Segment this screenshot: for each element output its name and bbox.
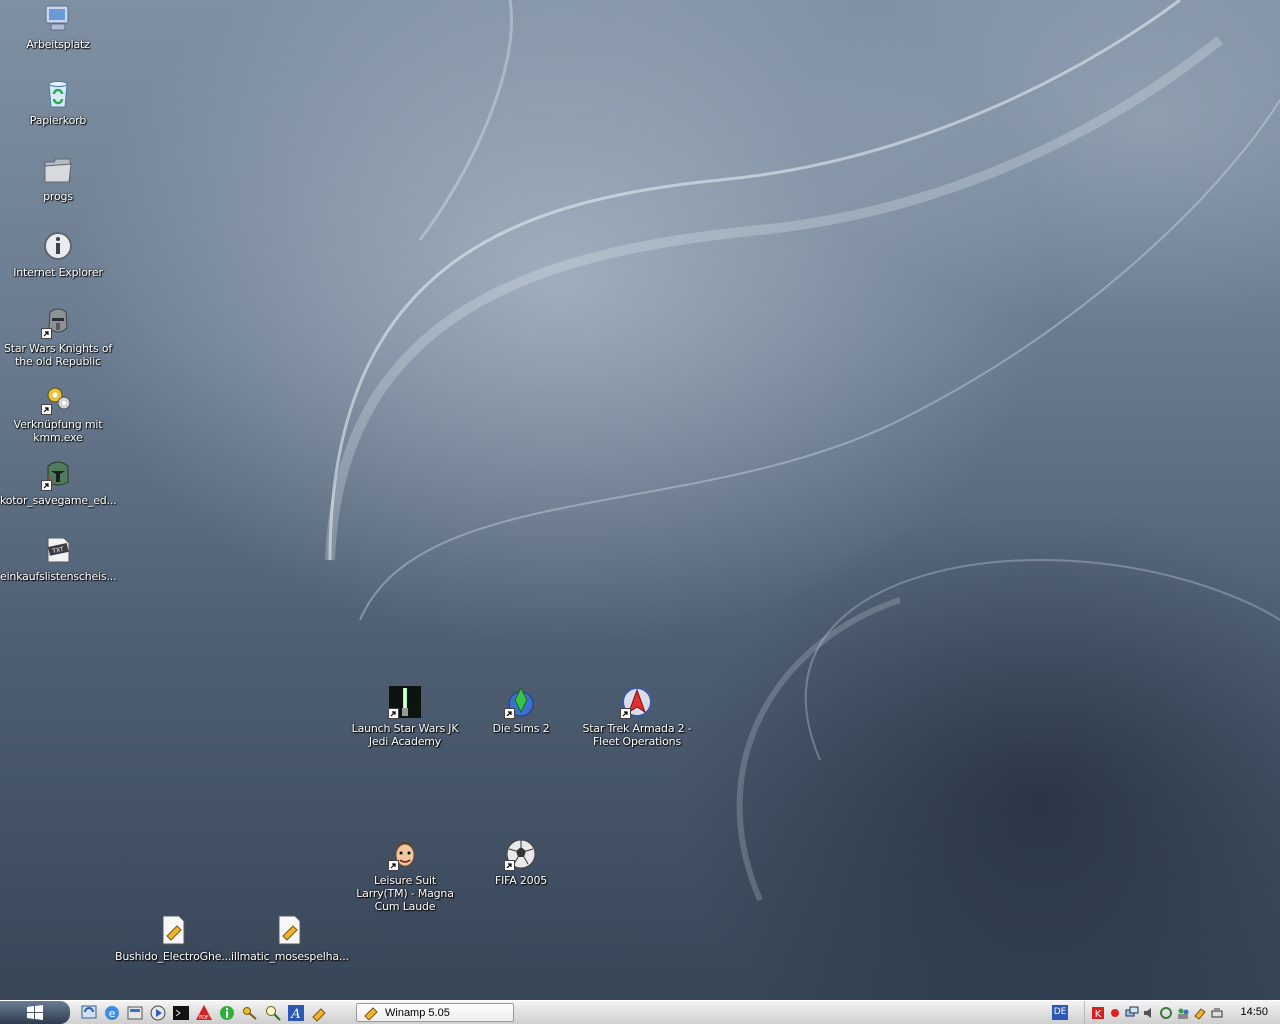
desktop-icon-kmm[interactable]: Verknüpfung mit kmm.exe — [0, 382, 116, 444]
explorer-icon[interactable] — [126, 1004, 144, 1022]
taskbar-button-winamp[interactable]: Winamp 5.05 — [356, 1003, 514, 1022]
desktop-icon-kotor-savegame[interactable]: kotor_savegame_ed... — [0, 458, 117, 507]
shortcut-arrow-icon — [41, 328, 52, 339]
icon-label: Papierkorb — [29, 114, 87, 127]
shortcut-arrow-icon — [504, 860, 515, 871]
icon-label: Verknüpfung mit kmm.exe — [13, 418, 103, 444]
start-button[interactable] — [0, 1001, 70, 1024]
text-file-icon: TXT — [42, 534, 74, 566]
desktop-icon-larry[interactable]: Leisure Suit Larry(TM) - Magna Cum Laude — [347, 838, 463, 913]
terminal-icon[interactable] — [172, 1004, 190, 1022]
ie-icon[interactable]: e — [103, 1004, 121, 1022]
shortcut-arrow-icon — [388, 860, 399, 871]
desktop-icon-jedi-academy[interactable]: Launch Star Wars JK Jedi Academy — [347, 686, 463, 748]
desktop-icon-progs[interactable]: progs — [0, 154, 116, 203]
icon-label: illmatic_mosespelha... — [231, 950, 349, 963]
font-icon[interactable]: A — [287, 1004, 305, 1022]
acrobat-icon[interactable]: PDF — [195, 1004, 213, 1022]
media-file-icon — [157, 914, 189, 946]
icon-label: Bushido_ElectroGhe... — [115, 950, 232, 963]
info-icon[interactable] — [218, 1004, 236, 1022]
info-globe-icon — [42, 230, 74, 262]
media-file-icon — [273, 914, 305, 946]
quick-launch-bar: e PDF A — [80, 1004, 328, 1022]
computer-icon — [42, 2, 74, 34]
cartoon-face-icon — [388, 838, 421, 871]
recycle-bin-icon — [42, 78, 74, 110]
desktop-icon-arbeitsplatz[interactable]: Arbeitsplatz — [0, 2, 116, 51]
desktop-icon-fifa[interactable]: FIFA 2005 — [463, 838, 579, 887]
icon-label: einkaufslistenscheis... — [0, 570, 117, 583]
icon-label: Leisure Suit Larry(TM) - Magna Cum Laude — [356, 874, 454, 913]
icon-label: kotor_savegame_ed... — [0, 494, 117, 507]
record-icon[interactable] — [1108, 1006, 1122, 1020]
icon-label: Launch Star Wars JK Jedi Academy — [351, 722, 459, 748]
icon-label: FIFA 2005 — [494, 874, 548, 887]
system-tray: K 14:50 — [1084, 1001, 1280, 1024]
desktop-icon-internet-explorer[interactable]: Internet Explorer — [0, 230, 116, 279]
winamp-tray-icon[interactable] — [1193, 1006, 1207, 1020]
shortcut-arrow-icon — [388, 708, 399, 719]
shortcut-arrow-icon — [504, 708, 515, 719]
shortcut-arrow-icon — [620, 708, 631, 719]
desktop-icon-kotor[interactable]: Star Wars Knights of the old Republic — [0, 306, 116, 368]
plumbob-icon — [504, 686, 537, 719]
desktop-icon-sims2[interactable]: Die Sims 2 — [463, 686, 579, 735]
icon-label: Star Trek Armada 2 - Fleet Operations — [582, 722, 692, 748]
folder-icon — [42, 154, 74, 186]
keys-icon[interactable] — [241, 1004, 259, 1022]
icon-label: Die Sims 2 — [492, 722, 550, 735]
usb-icon[interactable] — [1210, 1006, 1224, 1020]
wallpaper-waves — [325, 0, 1280, 902]
icon-label: Star Wars Knights of the old Republic — [3, 342, 113, 368]
lightsaber-icon — [388, 686, 421, 719]
windows-logo-icon — [27, 1004, 43, 1020]
language-indicator[interactable]: DE — [1052, 1005, 1068, 1020]
shortcut-arrow-icon — [41, 480, 52, 491]
clock[interactable]: 14:50 — [1240, 1006, 1268, 1018]
svg-text:A: A — [290, 1007, 300, 1022]
icon-label: Arbeitsplatz — [26, 38, 90, 51]
desktop-icon[interactable] — [80, 1004, 98, 1022]
desktop-icon-einkaufsliste[interactable]: TXT einkaufslistenscheis... — [0, 534, 117, 583]
svg-text:K: K — [1095, 1009, 1102, 1020]
svg-text:PDF: PDF — [199, 1015, 209, 1021]
search-icon[interactable] — [264, 1004, 282, 1022]
desktop-icon-papierkorb[interactable]: Papierkorb — [0, 78, 116, 127]
people-icon[interactable] — [1176, 1006, 1190, 1020]
desktop-icon-bushido[interactable]: Bushido_ElectroGhe... — [115, 914, 231, 963]
desktop-icon-illmatic[interactable]: illmatic_mosespelha... — [231, 914, 349, 963]
antivirus-icon[interactable]: K — [1091, 1006, 1105, 1020]
icon-label: Internet Explorer — [13, 266, 103, 279]
helmet-icon — [41, 306, 74, 339]
sync-icon[interactable] — [1159, 1006, 1173, 1020]
network-icon[interactable] — [1125, 1006, 1139, 1020]
soccer-ball-icon — [504, 838, 537, 871]
mandalorian-helmet-icon — [41, 458, 74, 491]
gears-icon — [41, 382, 74, 415]
media-player-icon[interactable] — [149, 1004, 167, 1022]
taskbar-button-label: Winamp 5.05 — [385, 1006, 450, 1019]
winamp-icon[interactable] — [310, 1004, 328, 1022]
volume-icon[interactable] — [1142, 1006, 1156, 1020]
svg-text:e: e — [109, 1007, 116, 1020]
shortcut-arrow-icon — [41, 404, 52, 415]
taskbar: e PDF A Winamp 5.05 DE K 14:50 — [0, 1000, 1280, 1024]
desktop[interactable]: Arbeitsplatz Papierkorb progs Internet E… — [0, 0, 1280, 1000]
winamp-icon — [364, 1006, 378, 1020]
icon-label: progs — [43, 190, 73, 203]
desktop-icon-armada2[interactable]: Star Trek Armada 2 - Fleet Operations — [579, 686, 695, 748]
starfleet-icon — [620, 686, 653, 719]
